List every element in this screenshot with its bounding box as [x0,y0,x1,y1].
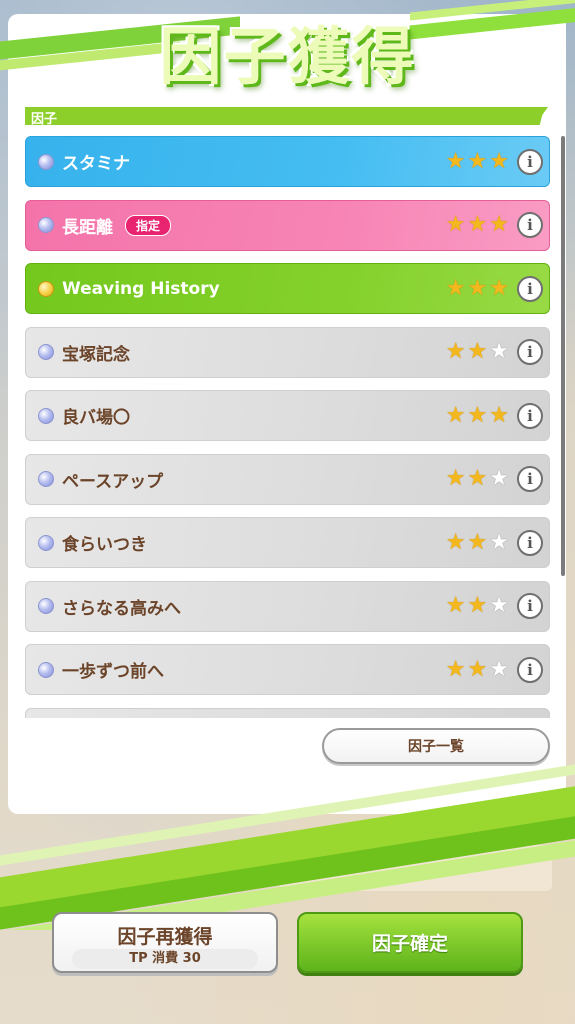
star-empty-icon: ★ [489,339,509,364]
star-empty-icon: ★ [489,656,509,682]
star-filled-icon: ★ [445,466,466,491]
star-filled-icon: ★ [445,275,466,301]
star-filled-icon: ★ [467,212,488,237]
factor-name: ペースアップ [62,471,164,492]
factor-list[interactable]: スタミナ ★ ★ ★ i 長距離 指定 ★ ★ ★ i Weaving History ★ ★ ★ i 宝塚記念… [25,136,550,718]
star-rating: ★ ★ ★ [445,529,509,555]
info-icon[interactable]: i [517,593,543,619]
factor-bullet-icon [38,344,54,360]
confirm-factor-button[interactable]: 因子確定 [297,912,523,973]
star-filled-icon: ★ [445,339,466,364]
factor-row[interactable]: 長距離 指定 ★ ★ ★ i [25,199,550,251]
regain-cost-label: TP 消費 30 [72,949,258,969]
factor-name: 食らいつき [62,535,147,555]
star-rating: ★ ★ ★ [445,402,509,428]
star-rating: ★ ★ ★ [445,275,509,301]
factor-row[interactable]: スタミナ ★ ★ ★ i [25,136,550,187]
star-filled-icon: ★ [489,148,509,174]
star-rating: ★ ★ ★ [445,148,509,174]
star-filled-icon: ★ [445,656,466,682]
star-rating: ★ ★ ★ [446,468,509,490]
factor-row[interactable]: Weaving History ★ ★ ★ i [25,263,550,314]
star-empty-icon: ★ [489,593,509,618]
star-filled-icon: ★ [467,656,488,682]
star-filled-icon: ★ [445,529,466,555]
bottom-decor-band [0,760,575,930]
star-filled-icon: ★ [467,529,488,555]
star-filled-icon: ★ [445,593,466,618]
star-filled-icon: ★ [445,212,466,237]
regain-factor-button[interactable]: 因子再獲得 TP 消費 30 [52,912,278,973]
star-filled-icon: ★ [445,148,466,174]
info-icon[interactable]: i [517,656,543,683]
star-filled-icon: ★ [467,339,488,364]
info-icon[interactable]: i [517,466,543,492]
factor-row[interactable]: 食らいつき ★ ★ ★ i [25,517,550,568]
factor-bullet-icon [38,407,54,424]
factor-name: スタミナ [62,154,130,174]
factor-row[interactable]: 一歩ずつ前へ ★ ★ ★ i [25,644,550,695]
factor-row[interactable]: ペースアップ ★ ★ ★ i [25,453,550,505]
star-filled-icon: ★ [445,402,466,428]
factor-name: Weaving History [62,278,220,299]
info-icon[interactable]: i [517,275,543,302]
factor-name: 長距離 [62,217,113,238]
star-rating: ★ ★ ★ [446,341,509,363]
star-filled-icon: ★ [489,275,509,301]
info-icon[interactable]: i [517,212,543,238]
star-filled-icon: ★ [489,212,509,237]
regain-factor-label: 因子再獲得 [117,926,213,948]
factor-name: 一歩ずつ前へ [62,662,164,682]
star-empty-icon: ★ [489,466,509,491]
factor-row[interactable]: 宝塚記念 ★ ★ ★ i [25,326,550,378]
section-label: 因子 [31,112,58,127]
star-rating: ★ ★ ★ [445,656,509,682]
info-icon[interactable]: i [517,529,543,556]
star-filled-icon: ★ [467,402,488,428]
page-title: 因子獲得 [159,20,416,93]
factor-row[interactable]: 良バ場〇 ★ ★ ★ i [25,390,550,441]
title-band: 因子獲得 [0,0,575,100]
star-rating: ★ ★ ★ [446,595,509,617]
factor-row[interactable]: さらなる高みへ ★ ★ ★ i [25,580,550,632]
star-filled-icon: ★ [467,593,488,618]
star-filled-icon: ★ [467,466,488,491]
factor-bullet-icon [38,534,54,551]
info-icon[interactable]: i [517,402,543,429]
star-empty-icon: ★ [489,529,509,555]
factor-bullet-icon [38,598,54,614]
star-filled-icon: ★ [467,148,488,174]
factor-row[interactable] [25,707,550,718]
star-filled-icon: ★ [489,402,509,428]
designated-badge: 指定 [125,214,172,236]
star-rating: ★ ★ ★ [446,214,509,236]
factor-name: さらなる高みへ [62,598,181,619]
info-icon[interactable]: i [517,339,543,365]
factor-bullet-icon [38,153,54,170]
factor-bullet-icon [38,217,54,233]
factor-bullet-icon [38,471,54,487]
section-header: 因子 [25,107,548,125]
factor-name: 良バ場〇 [62,408,130,428]
star-filled-icon: ★ [467,275,488,301]
factor-list-button[interactable]: 因子一覧 [322,728,550,764]
scrollbar[interactable] [561,136,565,576]
factor-bullet-icon [38,661,54,678]
info-icon[interactable]: i [517,148,543,175]
factor-bullet-icon [38,280,54,297]
factor-name: 宝塚記念 [62,344,130,365]
